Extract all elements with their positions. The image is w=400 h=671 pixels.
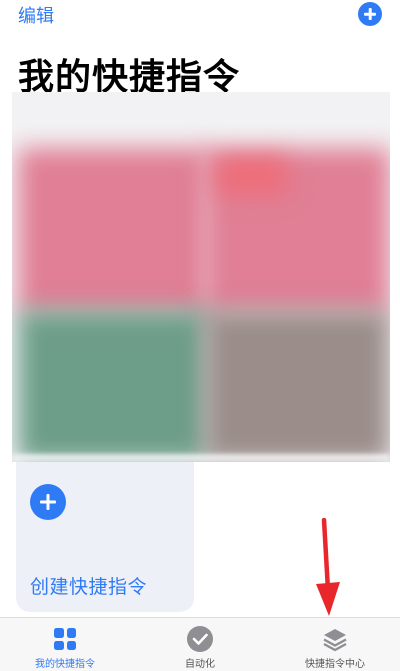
edit-button[interactable]: 编辑: [18, 2, 54, 28]
shortcut-tile-blurred[interactable]: [204, 310, 390, 462]
blurred-shortcuts-grid: [12, 92, 390, 462]
blur-highlight: [217, 158, 287, 194]
checkmark-circle-icon: [187, 626, 213, 652]
tab-label: 快捷指令中心: [305, 659, 365, 670]
grid-icon: [54, 628, 76, 650]
create-shortcut-card[interactable]: 创建快捷指令: [16, 462, 194, 612]
tab-label: 自动化: [185, 659, 215, 670]
tab-automation[interactable]: 自动化: [155, 618, 245, 671]
tab-bar: 我的快捷指令 自动化 快捷指令中心: [0, 617, 400, 671]
top-bar: 编辑: [0, 0, 400, 30]
tab-label: 我的快捷指令: [35, 659, 95, 670]
red-arrow-annotation: [316, 518, 340, 616]
create-shortcut-label: 创建快捷指令: [30, 576, 148, 598]
tab-gallery[interactable]: 快捷指令中心: [290, 618, 380, 671]
shortcut-tile-blurred[interactable]: [18, 148, 208, 314]
add-shortcut-button[interactable]: [358, 2, 382, 26]
plus-icon: [30, 484, 66, 520]
layers-icon: [323, 629, 347, 652]
tab-my-shortcuts[interactable]: 我的快捷指令: [20, 618, 110, 671]
shortcut-tile-blurred[interactable]: [18, 310, 208, 462]
